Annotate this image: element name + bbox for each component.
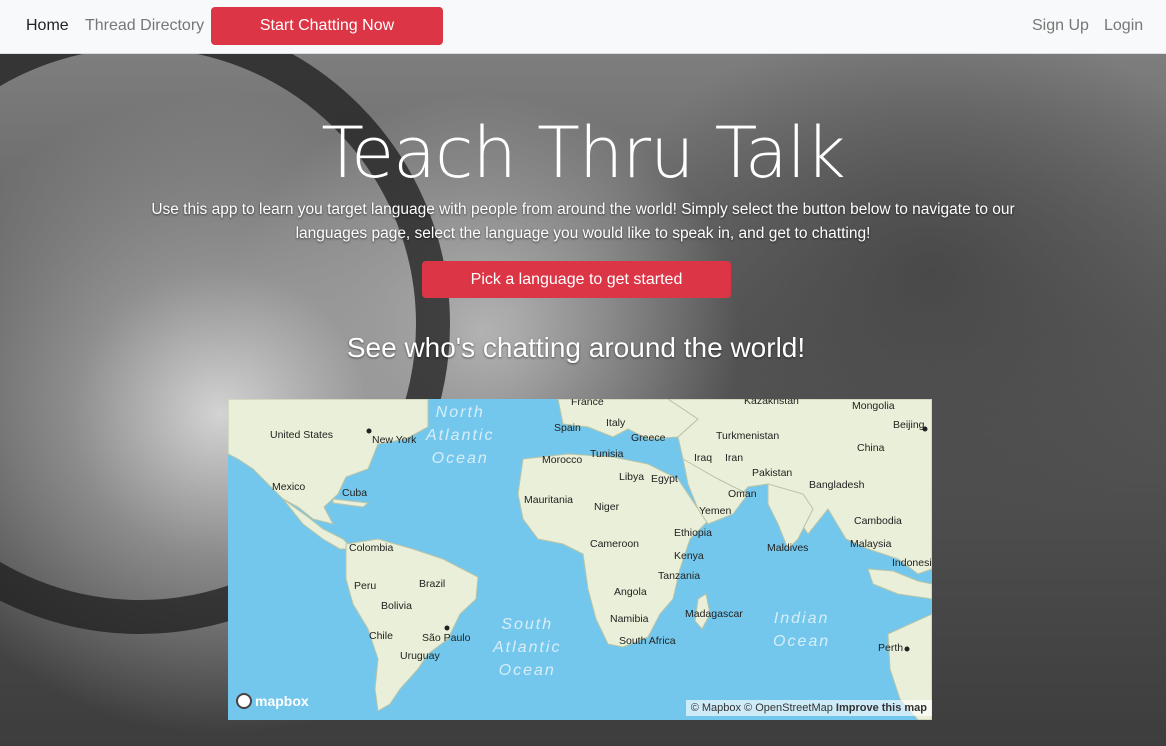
map-label: Tunisia <box>590 448 624 460</box>
world-map[interactable]: North Atlantic Ocean South Atlantic Ocean In… <box>228 399 932 720</box>
map-label: Mauritania <box>524 494 574 506</box>
pick-language-button[interactable]: Pick a language to get started <box>422 261 731 298</box>
map-label: Iran <box>725 452 744 464</box>
map-label: Madagascar <box>685 608 743 620</box>
improve-map-link[interactable]: Improve this map <box>836 702 927 714</box>
map-label: São Paulo <box>422 632 471 644</box>
map-label: Spain <box>554 422 581 434</box>
map-label: Peru <box>354 580 377 592</box>
map-heading: See who's chatting around the world! <box>346 332 806 363</box>
map-label: Maldives <box>767 542 809 554</box>
map-label: Angola <box>614 586 647 598</box>
ocean-label-north-atlantic: North Atlantic Ocean <box>426 404 495 467</box>
map-label: Yemen <box>699 505 732 517</box>
map-label: Malaysia <box>850 538 892 550</box>
map-label: Namibia <box>610 613 649 625</box>
nav-thread-directory-link[interactable]: Thread Directory <box>85 17 204 35</box>
map-label: Mexico <box>272 481 306 493</box>
map-label: Egypt <box>651 473 678 485</box>
ocean-label-south-atlantic: South Atlantic Ocean <box>493 616 562 679</box>
start-chatting-button[interactable]: Start Chatting Now <box>211 7 443 45</box>
map-label: Perth <box>878 642 904 654</box>
nav-signup-link[interactable]: Sign Up <box>1032 17 1089 35</box>
map-label: Pakistan <box>752 467 793 479</box>
map-label: China <box>857 442 885 454</box>
map-label: United States <box>270 429 334 441</box>
nav-home-link[interactable]: Home <box>26 17 69 35</box>
mapbox-logo[interactable]: mapbox <box>236 693 309 709</box>
map-label: Cuba <box>342 487 368 499</box>
map-label: Italy <box>606 417 626 429</box>
map-label: Iraq <box>694 452 713 464</box>
map-label: Morocco <box>542 454 583 466</box>
map-landmass <box>228 399 932 720</box>
map-label: Oman <box>728 488 757 500</box>
map-label: Beijing <box>893 419 925 431</box>
map-label: Kenya <box>674 550 704 562</box>
ocean-label-indian: Indian Ocean <box>773 610 831 650</box>
nav-login-link[interactable]: Login <box>1104 17 1143 35</box>
map-label: Turkmenistan <box>716 430 780 442</box>
map-label: Chile <box>369 630 393 642</box>
map-label: Indonesi <box>892 557 932 569</box>
page-title: Teach Thru Talk <box>321 112 846 194</box>
map-label: Bangladesh <box>809 479 865 491</box>
map-label: Libya <box>619 471 645 483</box>
map-label: Brazil <box>419 578 446 590</box>
map-attribution-text[interactable]: © Mapbox © OpenStreetMap <box>691 702 833 714</box>
map-label: Cameroon <box>590 538 640 550</box>
map-label: New York <box>372 434 417 446</box>
navbar: Home Thread Directory Start Chatting Now… <box>0 0 1166 54</box>
map-label: Bolivia <box>381 600 412 612</box>
map-label: Uruguay <box>400 650 440 662</box>
mapbox-logo-icon <box>236 693 252 709</box>
map-label: Tanzania <box>658 570 701 582</box>
map-attribution: © Mapbox © OpenStreetMap Improve this ma… <box>685 700 932 716</box>
map-label: South Africa <box>619 635 676 647</box>
hero-section: Teach Thru Talk Use this app to learn yo… <box>0 54 1166 746</box>
map-label: Ethiopia <box>674 527 712 539</box>
map-label: Niger <box>594 501 620 513</box>
map-label: Cambodia <box>854 515 902 527</box>
map-label: France <box>571 399 604 408</box>
map-label: Mongolia <box>852 400 895 412</box>
map-label: Greece <box>631 432 666 444</box>
map-label: Colombia <box>349 542 394 554</box>
map-label: Kazakhstan <box>744 399 799 407</box>
hero-description: Use this app to learn you target languag… <box>151 201 1015 242</box>
